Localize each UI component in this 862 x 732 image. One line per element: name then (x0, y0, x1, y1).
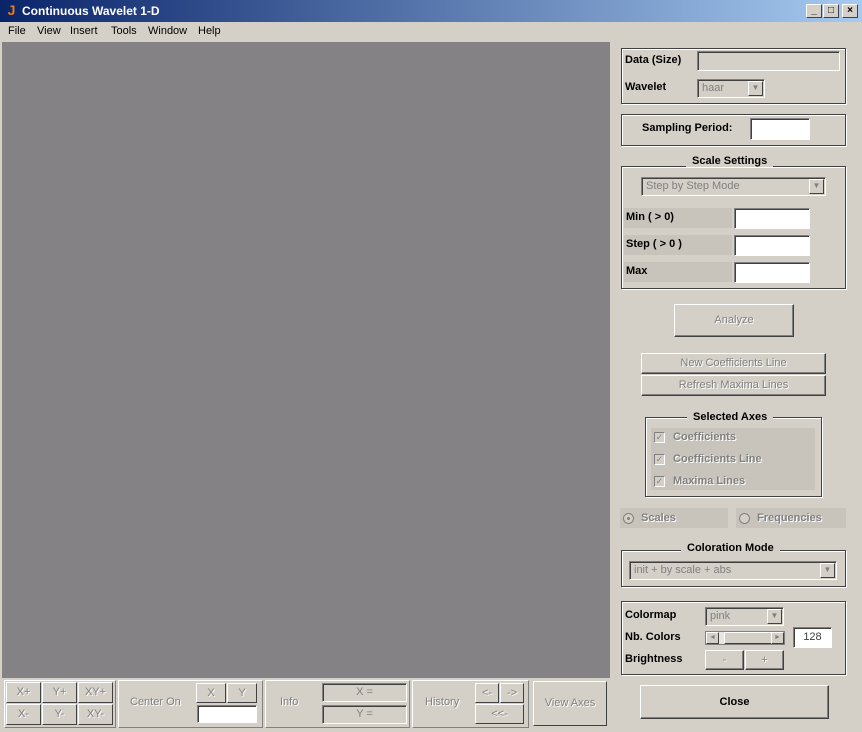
coefficients-line-label: Coefficients Line (673, 453, 762, 465)
chevron-down-icon: ▼ (820, 563, 835, 578)
menu-tools[interactable]: Tools (111, 25, 137, 37)
slider-right-arrow-icon[interactable]: ► (771, 632, 784, 644)
history-forward-button[interactable]: -> (500, 683, 524, 703)
menu-file[interactable]: File (8, 25, 26, 37)
selected-axes-title: Selected Axes (687, 411, 774, 423)
coefficients-checkbox[interactable]: ✓ (654, 432, 665, 443)
matlab-icon: J (7, 2, 16, 18)
zoom-xy-minus-button[interactable]: XY- (78, 704, 113, 725)
frequencies-radio[interactable] (739, 513, 750, 524)
x-readout: X = (322, 683, 407, 702)
frequencies-label: Frequencies (757, 512, 822, 524)
max-input[interactable] (734, 262, 810, 283)
analyze-button[interactable]: Analyze (674, 304, 794, 337)
coefficients-label: Coefficients (673, 431, 736, 443)
nb-colors-slider[interactable]: ◄ ► (705, 631, 785, 645)
wavelet-select[interactable]: haar ▼ (697, 79, 765, 98)
close-button[interactable]: Close (640, 685, 829, 719)
center-x-button[interactable]: X (196, 683, 226, 703)
step-input[interactable] (734, 235, 810, 256)
coefficients-line-checkbox[interactable]: ✓ (654, 454, 665, 465)
scale-mode-select[interactable]: Step by Step Mode ▼ (641, 177, 826, 196)
colormap-label: Colormap (625, 609, 677, 621)
chevron-down-icon: ▼ (767, 609, 782, 624)
center-y-button[interactable]: Y (227, 683, 257, 703)
zoom-xy-plus-button[interactable]: XY+ (78, 682, 113, 703)
maximize-button[interactable]: □ (823, 4, 839, 18)
brightness-plus-button[interactable]: + (745, 650, 784, 670)
coloration-mode-title: Coloration Mode (681, 542, 780, 554)
max-label: Max (626, 265, 648, 277)
history-first-button[interactable]: <<- (475, 704, 524, 724)
data-size-label: Data (Size) (625, 54, 682, 66)
colormap-value: pink (710, 610, 731, 622)
coloration-mode-select[interactable]: init + by scale + abs ▼ (629, 561, 837, 580)
coloration-mode-value: init + by scale + abs (634, 564, 732, 576)
menu-help[interactable]: Help (198, 25, 221, 37)
wavelet-label: Wavelet (625, 81, 667, 93)
data-size-field (697, 51, 840, 71)
window-title: Continuous Wavelet 1-D (22, 4, 160, 18)
info-label: Info (280, 696, 299, 708)
scales-label: Scales (641, 512, 676, 524)
min-label: Min ( > 0) (626, 211, 674, 223)
scale-settings-title: Scale Settings (686, 155, 774, 167)
zoom-x-plus-button[interactable]: X+ (6, 682, 41, 703)
slider-left-arrow-icon[interactable]: ◄ (706, 632, 719, 644)
center-on-label: Center On (130, 696, 181, 708)
maxima-lines-checkbox[interactable]: ✓ (654, 476, 665, 487)
menu-bar: File View Insert Tools Window Help (0, 22, 862, 40)
maxima-lines-label: Maxima Lines (673, 475, 746, 487)
slider-thumb[interactable] (724, 632, 772, 644)
close-window-button[interactable]: × (842, 4, 858, 18)
brightness-minus-button[interactable]: - (705, 650, 744, 670)
plot-area[interactable] (2, 42, 610, 678)
min-input[interactable] (734, 208, 810, 229)
menu-view[interactable]: View (37, 25, 61, 37)
new-coefficients-line-button[interactable]: New Coefficients Line (641, 353, 826, 374)
brightness-label: Brightness (625, 653, 683, 665)
history-label: History (425, 696, 460, 708)
wavelet-value: haar (702, 82, 725, 94)
chevron-down-icon: ▼ (748, 81, 763, 96)
sampling-period-input[interactable] (750, 118, 810, 140)
view-axes-button[interactable]: View Axes (533, 681, 607, 726)
nb-colors-value[interactable]: 128 (793, 627, 832, 648)
nb-colors-label: Nb. Colors (625, 631, 681, 643)
menu-insert[interactable]: Insert (70, 25, 98, 37)
history-back-button[interactable]: <- (475, 683, 499, 703)
scales-radio[interactable] (623, 513, 634, 524)
title-bar: J Continuous Wavelet 1-D _ □ × (0, 0, 862, 22)
chevron-down-icon: ▼ (809, 179, 824, 194)
sampling-period-label: Sampling Period: (642, 122, 733, 134)
center-value-input[interactable] (197, 705, 257, 723)
refresh-maxima-lines-button[interactable]: Refresh Maxima Lines (641, 375, 826, 396)
minimize-button[interactable]: _ (806, 4, 822, 18)
menu-window[interactable]: Window (148, 25, 187, 37)
zoom-y-minus-button[interactable]: Y- (42, 704, 77, 725)
scale-mode-value: Step by Step Mode (646, 180, 740, 192)
zoom-x-minus-button[interactable]: X- (6, 704, 41, 725)
zoom-y-plus-button[interactable]: Y+ (42, 682, 77, 703)
colormap-select[interactable]: pink ▼ (705, 607, 784, 626)
y-readout: Y = (322, 705, 407, 724)
step-label: Step ( > 0 ) (626, 238, 682, 250)
